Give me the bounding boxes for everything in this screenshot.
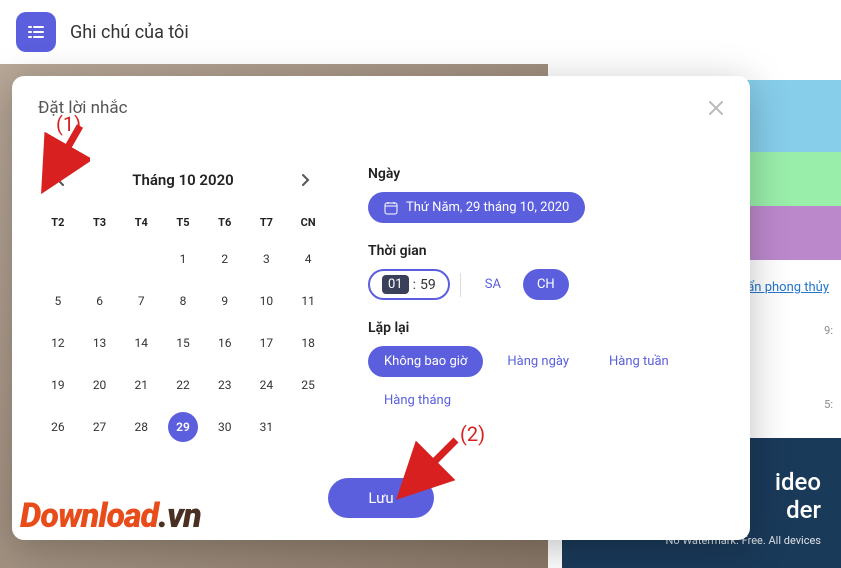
calendar-day[interactable]: 22 (163, 365, 203, 405)
divider (460, 273, 461, 297)
calendar-day[interactable]: 25 (288, 365, 328, 405)
time-minute[interactable]: 59 (420, 277, 436, 293)
calendar-day[interactable]: 20 (80, 365, 120, 405)
watermark-part1: Download (20, 496, 158, 536)
calendar-weekday: T2 (38, 208, 78, 237)
app-icon (16, 12, 56, 52)
calendar-day[interactable]: 21 (121, 365, 161, 405)
calendar-next-button[interactable] (292, 166, 320, 194)
calendar-weekday: CN (288, 208, 328, 237)
calendar-weekday: T3 (80, 208, 120, 237)
bg-time-2: 5: (824, 398, 833, 411)
time-input[interactable]: 01 : 59 (368, 269, 450, 300)
settings-panel: Ngày Thứ Năm, 29 tháng 10, 2020 Thời gia… (368, 166, 724, 447)
date-value: Thứ Năm, 29 tháng 10, 2020 (406, 200, 569, 215)
am-button[interactable]: SA (471, 269, 515, 300)
calendar-day[interactable]: 13 (80, 323, 120, 363)
calendar-day[interactable]: 18 (288, 323, 328, 363)
calendar: Tháng 10 2020 T2T3T4T5T6T7CN123456789101… (38, 166, 328, 447)
modal-title: Đặt lời nhắc (38, 98, 724, 118)
calendar-weekday: T4 (121, 208, 161, 237)
calendar-day[interactable]: 23 (205, 365, 245, 405)
calendar-day[interactable]: 14 (121, 323, 161, 363)
calendar-day[interactable]: 16 (205, 323, 245, 363)
app-title: Ghi chú của tôi (70, 22, 189, 43)
reminder-modal: Đặt lời nhắc Tháng 10 2020 T2T3T4T5T6T7C… (12, 76, 750, 540)
save-button[interactable]: Lưu (328, 478, 433, 518)
calendar-day[interactable]: 4 (288, 239, 328, 279)
calendar-day[interactable]: 7 (121, 281, 161, 321)
calendar-day[interactable]: 19 (38, 365, 78, 405)
repeat-options: Không bao giờ Hàng ngày Hàng tuần Hàng thán… (368, 346, 724, 416)
calendar-day[interactable]: 3 (247, 239, 287, 279)
calendar-weekday: T6 (205, 208, 245, 237)
calendar-day[interactable]: 6 (80, 281, 120, 321)
calendar-day[interactable]: 28 (121, 407, 161, 447)
calendar-empty-cell (38, 239, 78, 279)
calendar-day[interactable]: 10 (247, 281, 287, 321)
calendar-prev-button[interactable] (46, 166, 74, 194)
calendar-day[interactable]: 9 (205, 281, 245, 321)
repeat-option[interactable]: Hàng ngày (491, 346, 585, 377)
calendar-day[interactable]: 11 (288, 281, 328, 321)
close-button[interactable] (704, 96, 728, 120)
bg-side-link[interactable]: uẩn phong thủy (740, 280, 829, 295)
calendar-weekday: T7 (247, 208, 287, 237)
calendar-day[interactable]: 30 (205, 407, 245, 447)
repeat-option[interactable]: Hàng tháng (368, 385, 467, 416)
calendar-day[interactable]: 17 (247, 323, 287, 363)
time-hour[interactable]: 01 (382, 275, 409, 294)
time-separator: : (413, 277, 416, 293)
calendar-day[interactable]: 31 (247, 407, 287, 447)
calendar-grid: T2T3T4T5T6T7CN12345678910111213141516171… (38, 208, 328, 447)
repeat-option[interactable]: Hàng tuần (593, 346, 685, 377)
repeat-label: Lặp lại (368, 320, 724, 336)
watermark: Download.vn (20, 496, 201, 536)
calendar-day[interactable]: 2 (205, 239, 245, 279)
bg-time-1: 9: (824, 324, 833, 337)
calendar-day[interactable]: 8 (163, 281, 203, 321)
calendar-day[interactable]: 15 (163, 323, 203, 363)
calendar-day[interactable]: 1 (163, 239, 203, 279)
calendar-empty-cell (121, 239, 161, 279)
date-label: Ngày (368, 166, 724, 182)
date-pill[interactable]: Thứ Năm, 29 tháng 10, 2020 (368, 192, 585, 223)
time-label: Thời gian (368, 243, 724, 259)
repeat-option[interactable]: Không bao giờ (368, 346, 483, 377)
calendar-empty-cell (80, 239, 120, 279)
calendar-weekday: T5 (163, 208, 203, 237)
calendar-day[interactable]: 12 (38, 323, 78, 363)
calendar-day[interactable]: 26 (38, 407, 78, 447)
calendar-day[interactable]: 24 (247, 365, 287, 405)
calendar-day[interactable]: 27 (80, 407, 120, 447)
calendar-month-label: Tháng 10 2020 (132, 171, 233, 189)
calendar-icon (384, 201, 398, 215)
pm-button[interactable]: CH (523, 269, 569, 300)
app-header: Ghi chú của tôi (0, 0, 841, 64)
calendar-day[interactable]: 29 (168, 412, 198, 442)
watermark-part2: .vn (158, 496, 201, 536)
calendar-day[interactable]: 5 (38, 281, 78, 321)
